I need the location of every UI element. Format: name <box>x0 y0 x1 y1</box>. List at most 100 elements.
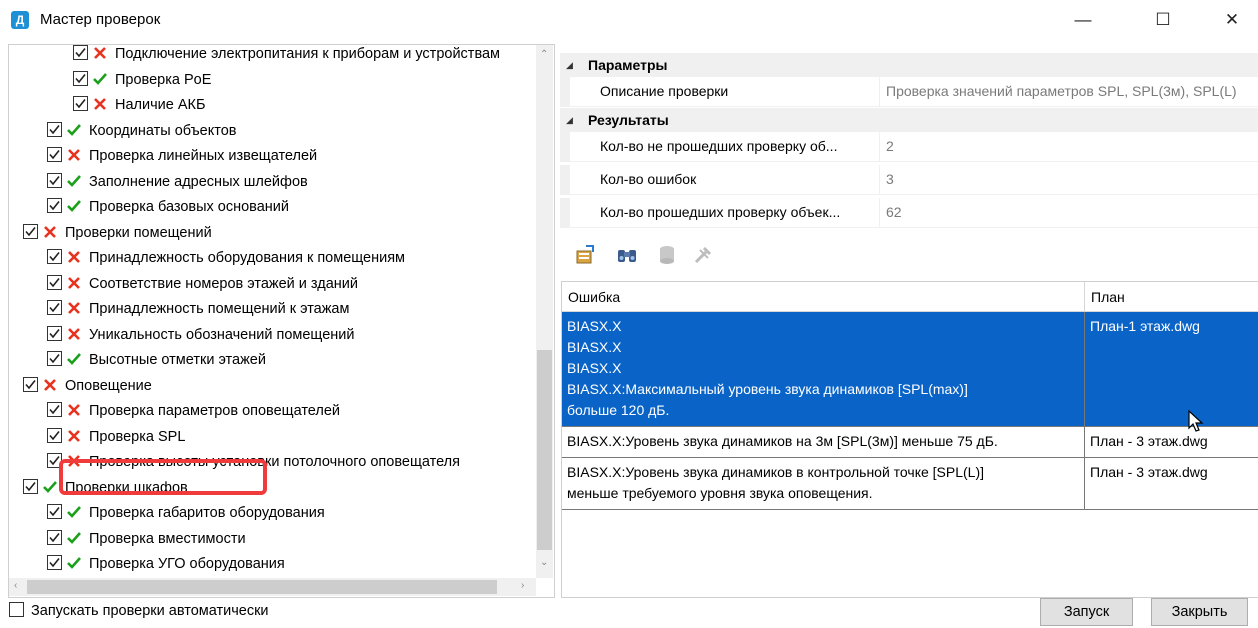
tree-label: Проверка габаритов оборудования <box>89 505 325 521</box>
column-header-error[interactable]: Ошибка <box>562 282 1085 312</box>
property-row[interactable]: Кол-во прошедших проверку объек... 62 <box>560 198 1258 228</box>
tree-item[interactable]: Принадлежность помещений к этажам <box>47 297 349 322</box>
close-dialog-button[interactable]: Закрыть <box>1151 598 1248 626</box>
error-line: BIASX.X:Уровень звука динамиков в контро… <box>567 464 985 480</box>
status-ok-icon <box>66 198 82 214</box>
checkbox[interactable] <box>73 45 88 60</box>
tree-item[interactable]: Проверка вместимости <box>47 527 246 552</box>
tree-item[interactable]: Проверка габаритов оборудования <box>47 501 325 526</box>
status-ok-icon <box>42 479 58 495</box>
checkbox[interactable] <box>47 198 62 213</box>
tree-item[interactable]: Проверка PoE <box>73 68 211 93</box>
checkbox[interactable] <box>47 529 62 545</box>
scroll-right-icon[interactable]: › <box>521 580 524 591</box>
tree-item[interactable]: Соответствие номеров этажей и зданий <box>47 272 358 297</box>
checkbox[interactable] <box>47 402 62 417</box>
checkbox[interactable] <box>47 351 62 366</box>
maximize-button[interactable]: ☐ <box>1138 0 1188 40</box>
property-value: Проверка значений параметров SPL, SPL(3м… <box>886 83 1237 99</box>
minimize-button[interactable]: — <box>1058 0 1108 40</box>
tree-group[interactable]: ◢Проверки помещений <box>17 221 212 246</box>
error-cell[interactable]: BIASX.X BIASX.X BIASX.X BIASX.X:Максимальны… <box>562 312 1085 427</box>
tree-item[interactable]: Проверка SPL <box>47 425 185 450</box>
checkbox[interactable] <box>73 70 88 86</box>
scroll-down-icon[interactable]: ⌄ <box>540 557 548 568</box>
checkbox[interactable] <box>47 121 62 137</box>
checkbox[interactable] <box>47 172 62 188</box>
checkbox[interactable] <box>47 504 62 519</box>
column-header-plan[interactable]: План <box>1085 282 1258 312</box>
checks-tree[interactable]: Подключение электропитания к приборам и … <box>8 44 555 598</box>
tree-item[interactable]: Проверка УГО оборудования <box>47 552 285 577</box>
tree-item[interactable]: Уникальность обозначений помещений <box>47 323 354 348</box>
tree-label: Оповещение <box>65 377 152 394</box>
tree-horizontal-scroll-thumb[interactable] <box>27 580 497 594</box>
tree-item[interactable]: Заполнение адресных шлейфов <box>47 170 308 195</box>
checkbox[interactable] <box>47 147 62 162</box>
tree-vertical-scroll-thumb[interactable] <box>537 350 552 550</box>
tree-item[interactable]: Проверка базовых оснований <box>47 195 289 220</box>
database-icon[interactable] <box>656 244 678 266</box>
tree-label: Проверки помещений <box>65 224 212 241</box>
checkbox[interactable] <box>47 249 62 264</box>
error-line: BIASX.X <box>567 318 622 334</box>
tree-vertical-scrollbar[interactable]: ⌃ ⌄ <box>536 45 553 578</box>
plan-cell[interactable]: План-1 этаж.dwg <box>1085 312 1258 427</box>
property-value: 62 <box>886 204 902 220</box>
run-button[interactable]: Запуск <box>1040 598 1133 626</box>
tree-item[interactable]: Наличие АКБ <box>73 93 205 118</box>
tree-item[interactable]: Проверка параметров оповещателей <box>47 399 340 424</box>
tree-label: Проверка вместимости <box>89 530 246 547</box>
checkbox[interactable] <box>23 376 38 392</box>
checkbox[interactable] <box>47 427 62 443</box>
category-parameters[interactable]: ◢ Параметры <box>560 53 1258 77</box>
properties-icon[interactable] <box>574 244 596 266</box>
error-line: BIASX.X <box>567 360 622 376</box>
checkbox[interactable] <box>47 300 62 315</box>
status-fail-icon <box>66 275 82 291</box>
tree-item[interactable]: Принадлежность оборудования к помещениям <box>47 246 405 271</box>
tree-item[interactable]: Координаты объектов <box>47 119 236 144</box>
error-cell[interactable]: BIASX.X:Уровень звука динамиков на 3м [S… <box>562 427 1085 458</box>
close-button[interactable]: ✕ <box>1207 0 1257 40</box>
checkbox[interactable] <box>47 274 62 290</box>
property-grid: ◢ Параметры Описание проверки Проверка з… <box>560 53 1258 228</box>
error-cell[interactable]: BIASX.X:Уровень звука динамиков в контро… <box>562 458 1085 510</box>
property-row[interactable]: Описание проверки Проверка значений пара… <box>560 77 1258 107</box>
tree-label: Высотные отметки этажей <box>89 352 266 368</box>
status-fail-icon <box>66 428 82 444</box>
collapse-icon[interactable]: ◢ <box>566 108 573 132</box>
plan-cell[interactable]: План - 3 этаж.dwg <box>1085 458 1258 510</box>
auto-run-checkbox[interactable]: Запускать проверки автоматически <box>9 602 269 619</box>
tree-item[interactable]: Высотные отметки этажей <box>47 348 266 373</box>
tree-label: Соответствие номеров этажей и зданий <box>89 275 358 292</box>
tools-icon[interactable] <box>692 244 714 266</box>
tree-item[interactable]: Проверка линейных извещателей <box>47 144 317 169</box>
status-ok-icon <box>66 530 82 546</box>
results-toolbar <box>568 236 968 276</box>
checkbox[interactable] <box>47 555 62 570</box>
status-fail-icon <box>66 300 82 316</box>
property-name: Кол-во не прошедших проверку об... <box>560 132 880 161</box>
tree-group[interactable]: ◢Оповещение <box>17 374 152 399</box>
checkbox[interactable] <box>23 478 38 494</box>
checkbox-box[interactable] <box>9 602 24 617</box>
category-results[interactable]: ◢ Результаты <box>560 108 1258 132</box>
tree-label: Принадлежность помещений к этажам <box>89 301 350 317</box>
collapse-icon[interactable]: ◢ <box>566 53 573 77</box>
results-grid[interactable]: Ошибка План BIASX.X BIASX.X BIASX.X BIASX.X… <box>561 281 1258 598</box>
checkbox[interactable] <box>47 325 62 341</box>
scroll-up-icon[interactable]: ⌃ <box>540 49 548 60</box>
scroll-left-icon[interactable]: ‹ <box>14 580 17 591</box>
checkbox[interactable] <box>73 96 88 111</box>
tree-item[interactable]: Подключение электропитания к приборам и … <box>73 45 500 67</box>
tree-horizontal-scrollbar[interactable]: ‹ › <box>9 578 536 596</box>
property-row[interactable]: Кол-во ошибок 3 <box>560 165 1258 195</box>
status-fail-icon <box>66 249 82 265</box>
property-row[interactable]: Кол-во не прошедших проверку об... 2 <box>560 132 1258 162</box>
binoculars-icon[interactable] <box>616 244 638 266</box>
checkbox[interactable] <box>23 223 38 239</box>
tree-label: Проверка базовых оснований <box>89 199 289 215</box>
status-ok-icon <box>66 351 82 367</box>
plan-cell[interactable]: План - 3 этаж.dwg <box>1085 427 1258 458</box>
